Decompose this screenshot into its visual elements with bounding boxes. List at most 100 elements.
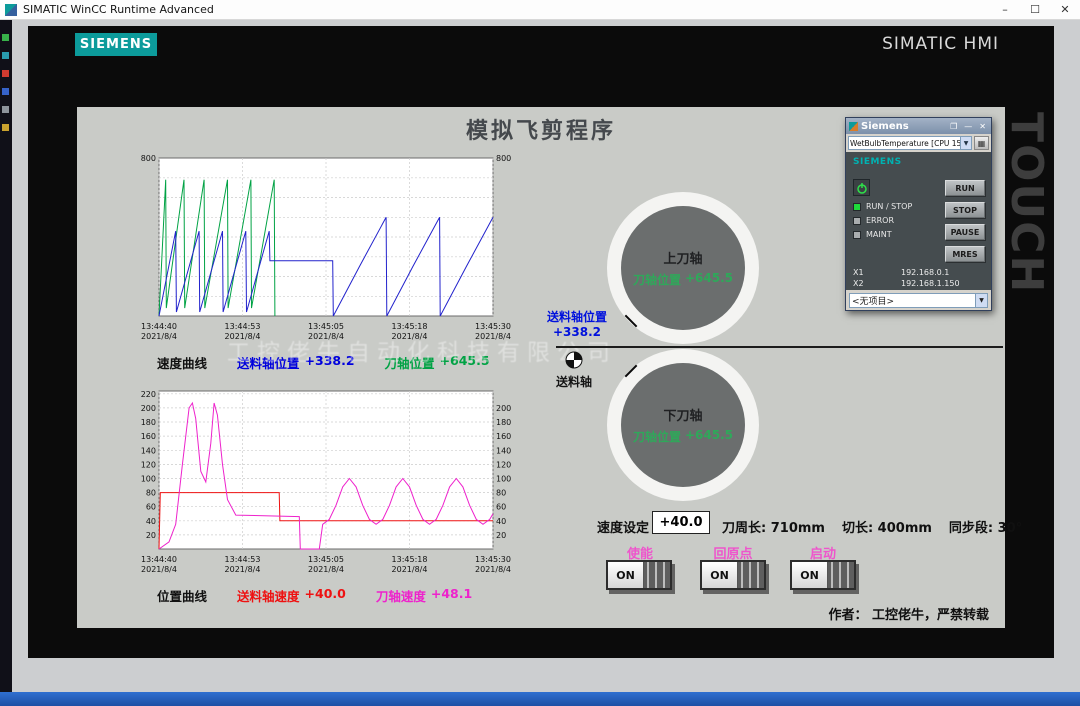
led-run-stop: RUN / STOP	[853, 202, 912, 211]
screen: SIMATIC WinCC Runtime Advanced – ☐ ✕ SIE…	[0, 0, 1080, 706]
desktop-icon	[2, 106, 9, 113]
plc-project-row: <无项目> ▼	[846, 290, 991, 310]
svg-text:220: 220	[141, 390, 156, 399]
plc-tool-button[interactable]: ▦	[974, 136, 989, 150]
legend-title: 速度曲线	[157, 353, 207, 372]
legend-feed-speed: 送料轴速度 +40.0	[237, 586, 346, 605]
touch-bezel-label: TOUCH	[1004, 112, 1052, 272]
start-switch[interactable]: ON	[790, 560, 856, 590]
desktop-icon	[2, 88, 9, 95]
svg-text:140: 140	[496, 446, 511, 455]
maximize-button[interactable]: ☐	[1020, 0, 1050, 19]
plc-titlebar[interactable]: Siemens ❐ — ✕	[846, 118, 991, 134]
plc-close-icon[interactable]: ✕	[977, 122, 988, 131]
siemens-logo: SIEMENS	[75, 33, 157, 56]
desktop-icon	[2, 124, 9, 131]
svg-text:200: 200	[496, 404, 511, 413]
simatic-hmi-label: SIMATIC HMI	[882, 34, 999, 54]
svg-text:13:45:30: 13:45:30	[475, 322, 511, 331]
maint-led	[853, 231, 861, 239]
window-titlebar: SIMATIC WinCC Runtime Advanced – ☐ ✕	[0, 0, 1080, 20]
hmi-screen: SIEMENS SIMATIC HMI TOUCH 模拟飞剪程序 8008001…	[28, 26, 1054, 658]
author-note: 作者： 工控佬牛，严禁转载	[828, 604, 989, 623]
svg-text:40: 40	[496, 517, 506, 526]
plc-minimize-icon[interactable]: —	[962, 122, 974, 131]
svg-text:160: 160	[496, 432, 511, 441]
switch-grip	[644, 562, 670, 588]
svg-text:2021/8/4: 2021/8/4	[225, 565, 261, 574]
enable-switch[interactable]: ON	[606, 560, 672, 590]
speed-trend-chart: 80080013:44:402021/8/413:44:532021/8/413…	[133, 150, 517, 350]
svg-text:60: 60	[146, 503, 156, 512]
plc-window-icon	[849, 122, 858, 131]
plc-stop-button[interactable]: STOP	[945, 202, 985, 218]
svg-text:13:45:18: 13:45:18	[392, 555, 428, 564]
plc-body: SIEMENS RUN / STOP ERROR	[846, 152, 991, 290]
plc-float-icon[interactable]: ❐	[948, 122, 959, 131]
svg-text:2021/8/4: 2021/8/4	[141, 332, 177, 341]
desktop-icon	[2, 70, 9, 77]
upper-shaft: 上刀轴 刀轴位置 +645.5	[621, 206, 745, 330]
knife-circumference: 刀周长: 710mm	[722, 517, 825, 536]
svg-text:120: 120	[141, 460, 156, 469]
wincc-app-icon	[5, 4, 17, 16]
position-trend-svg: 220 200 180 160 140 120 100 80 60 40 20 200 180 160 14…	[133, 383, 517, 583]
svg-text:200: 200	[141, 404, 156, 413]
svg-text:13:44:40: 13:44:40	[141, 555, 177, 564]
svg-text:100: 100	[496, 475, 511, 484]
main-panel: 模拟飞剪程序 80080013:44:402021/8/413:44:53202…	[77, 107, 1005, 628]
svg-text:120: 120	[496, 460, 511, 469]
svg-text:13:44:40: 13:44:40	[141, 322, 177, 331]
cut-length: 切长: 400mm	[842, 517, 932, 536]
plc-mres-button[interactable]: MRES	[945, 246, 985, 262]
svg-text:2021/8/4: 2021/8/4	[392, 565, 428, 574]
window-title: SIMATIC WinCC Runtime Advanced	[23, 3, 990, 16]
svg-text:20: 20	[496, 531, 506, 540]
svg-text:2021/8/4: 2021/8/4	[308, 565, 344, 574]
svg-text:13:44:53: 13:44:53	[225, 322, 261, 331]
close-button[interactable]: ✕	[1050, 0, 1080, 19]
svg-text:80: 80	[496, 489, 506, 498]
run-stop-led	[853, 203, 861, 211]
error-led	[853, 217, 861, 225]
svg-text:180: 180	[141, 418, 156, 427]
svg-text:13:45:30: 13:45:30	[475, 555, 511, 564]
svg-text:13:45:05: 13:45:05	[308, 322, 344, 331]
desktop-edge	[0, 20, 12, 692]
plc-window-title: Siemens	[861, 121, 945, 132]
plc-project-select[interactable]: <无项目> ▼	[849, 293, 988, 308]
sync-segment: 同步段: 30°	[949, 517, 1022, 536]
switch-grip	[738, 562, 764, 588]
home-switch[interactable]: ON	[700, 560, 766, 590]
svg-text:2021/8/4: 2021/8/4	[475, 565, 511, 574]
desktop-icon	[2, 52, 9, 59]
svg-text:13:44:53: 13:44:53	[225, 555, 261, 564]
led-maint: MAINT	[853, 230, 892, 239]
svg-text:13:45:18: 13:45:18	[392, 322, 428, 331]
position-trend-chart: 220 200 180 160 140 120 100 80 60 40 20 200 180 160 14…	[133, 383, 517, 583]
svg-text:20: 20	[146, 531, 156, 540]
process-parameters: 刀周长: 710mm 切长: 400mm 同步段: 30°	[722, 517, 1039, 536]
plc-pause-button[interactable]: PAUSE	[945, 224, 985, 240]
feed-axis-position: 送料轴位置 +338.2	[527, 310, 627, 340]
led-error: ERROR	[853, 216, 894, 225]
svg-text:160: 160	[141, 432, 156, 441]
svg-text:140: 140	[141, 446, 156, 455]
svg-text:800: 800	[141, 154, 156, 163]
windows-taskbar[interactable]	[0, 692, 1080, 706]
minimize-button[interactable]: –	[990, 0, 1020, 19]
chevron-down-icon[interactable]: ▼	[960, 137, 971, 149]
legend-knife-speed: 刀轴速度 +48.1	[376, 586, 472, 605]
lower-shaft: 下刀轴 刀轴位置 +645.5	[621, 363, 745, 487]
speed-setting-input[interactable]	[652, 511, 710, 534]
svg-text:180: 180	[496, 418, 511, 427]
svg-text:800: 800	[496, 154, 511, 163]
plc-station-row: WetBulbTemperature [CPU 1515-2 PN ▼ ▦	[846, 134, 991, 152]
speed-trend-svg: 80080013:44:402021/8/413:44:532021/8/413…	[133, 150, 517, 350]
svg-text:60: 60	[496, 503, 506, 512]
power-button-icon[interactable]	[853, 179, 870, 196]
chevron-down-icon[interactable]: ▼	[975, 294, 987, 307]
plc-sim-window: Siemens ❐ — ✕ WetBulbTemperature [CPU 15…	[845, 117, 992, 311]
plc-station-select[interactable]: WetBulbTemperature [CPU 1515-2 PN ▼	[848, 136, 972, 150]
plc-run-button[interactable]: RUN	[945, 180, 985, 196]
